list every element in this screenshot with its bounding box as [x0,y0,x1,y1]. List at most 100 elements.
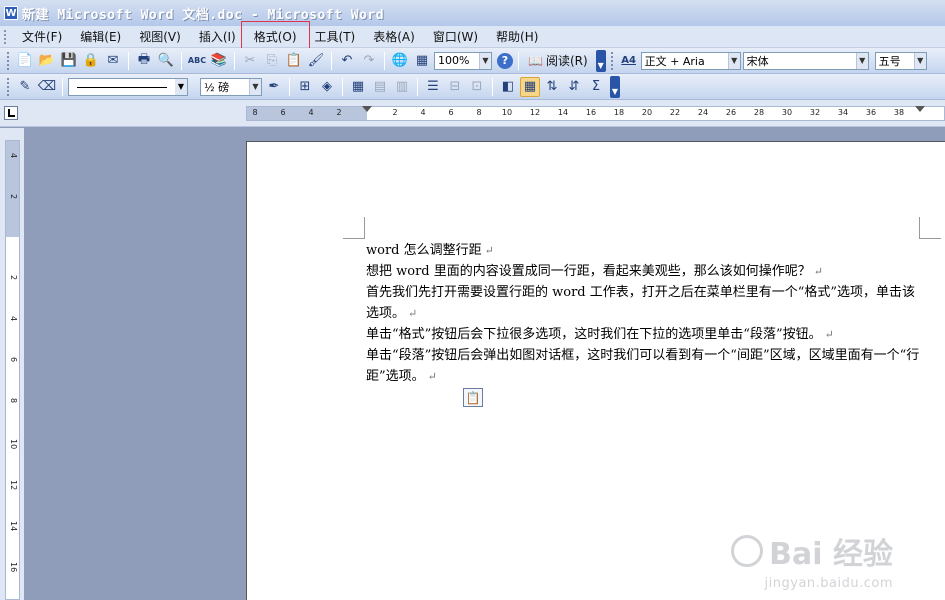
autoformat-icon[interactable]: ◧ [498,77,518,97]
vertical-ruler[interactable]: 4 2 2 4 6 8 10 12 14 16 [5,140,20,600]
chevron-down-icon[interactable]: ▼ [175,78,187,95]
tab-selector[interactable] [4,106,18,120]
zoom-combo[interactable]: 100% ▼ [434,51,492,70]
right-indent-marker[interactable] [915,106,925,112]
separator [128,51,129,70]
border-color-icon[interactable]: ✒ [264,77,284,97]
read-button[interactable]: 📖 阅读(R) [524,51,592,71]
paragraph-mark: ↵ [813,265,823,278]
research-icon[interactable]: 📚 [209,51,229,71]
chevron-down-icon[interactable]: ▼ [727,52,740,69]
open-icon[interactable]: 📂 [37,51,57,71]
styles-icon[interactable]: A4 [619,51,639,71]
toolbar-grip[interactable] [7,77,10,96]
menu-window[interactable]: 窗口(W) [425,26,486,47]
chevron-down-icon[interactable]: ▼ [249,78,261,95]
help-icon[interactable]: ? [497,52,513,69]
new-icon[interactable]: 📄 [15,51,35,71]
chevron-down-icon[interactable]: ▼ [855,52,868,69]
zoom-value: 100% [438,54,470,67]
crop-mark [919,217,941,239]
eraser-icon[interactable]: ⌫ [37,77,57,97]
sort-ascending-icon[interactable]: ⇅ [542,77,562,97]
ruler-margin [247,107,367,120]
toolbar-grip[interactable] [7,51,10,70]
draw-table-icon[interactable]: ✎ [15,77,35,97]
save-icon[interactable]: 💾 [59,51,79,71]
chevron-down-icon[interactable]: ▼ [479,52,491,69]
distribute-columns-icon[interactable]: ⊡ [467,77,487,97]
menu-help[interactable]: 帮助(H) [488,26,546,47]
spelling-icon[interactable]: ABC [187,51,207,71]
horizontal-ruler[interactable]: 8 6 4 2 2 4 6 8 10 12 14 16 18 20 22 24 26 28 30 32 34 36 38 [246,106,945,121]
insert-table-icon[interactable]: ▦ [348,77,368,97]
line-style-combo[interactable]: ▼ [68,77,188,96]
ruler-tick-label: 2 [336,108,342,117]
window-title: 新建 Microsoft Word 文档.doc - Microsoft Wor… [22,7,385,23]
separator [492,77,493,96]
menu-file[interactable]: 文件(F) [14,26,70,47]
style-combo[interactable]: 正文 + Aria ▼ [640,51,741,70]
paste-icon[interactable]: 📋 [284,51,304,71]
separator [384,51,385,70]
paragraph[interactable]: word 怎么调整行距 ↵ [366,240,924,261]
print-icon[interactable]: 🖶 [134,51,154,71]
menu-view[interactable]: 视图(V) [131,26,189,47]
separator [331,51,332,70]
toolbar-grip[interactable] [610,51,614,70]
word-app-icon[interactable]: W [4,6,18,20]
print-preview-icon[interactable]: 🔍 [156,51,176,71]
shading-color-icon[interactable]: ◈ [317,77,337,97]
menu-table[interactable]: 表格(A) [365,26,423,47]
ruler-tick-label: 10 [9,439,18,450]
document-body[interactable]: word 怎么调整行距 ↵ 想把 word 里面的内容设置成同一行距，看起来美观些… [366,240,924,387]
paste-options-icon[interactable]: 📋 [463,388,483,407]
sort-descending-icon[interactable]: ⇵ [564,77,584,97]
paragraph-mark: ↵ [408,307,418,320]
redo-icon[interactable]: ↷ [359,51,379,71]
hyperlink-icon[interactable]: 🌐 [390,51,410,71]
line-weight-combo[interactable]: ½ 磅 ▼ [200,77,262,96]
merge-cells-icon[interactable]: ▤ [370,77,390,97]
permission-icon[interactable]: 🔒 [81,51,101,71]
outside-border-icon[interactable]: ⊞ [295,77,315,97]
menu-tools[interactable]: 工具(T) [307,26,364,47]
ruler-tick-label: 12 [9,480,18,491]
paragraph-mark: ↵ [484,244,494,257]
ruler-tick-label: 16 [9,562,18,573]
show-gridlines-icon[interactable]: ▦ [520,76,540,97]
paragraph[interactable]: 首先我们先打开需要设置行距的 word 工作表，打开之后在菜单栏里有一个“格式”… [366,282,924,324]
distribute-rows-icon[interactable]: ⊟ [445,77,465,97]
font-value: 宋体 [746,54,769,68]
format-painter-icon[interactable]: 🖌 [306,51,326,71]
copy-icon[interactable]: ⎘ [262,51,282,71]
paragraph[interactable]: 单击“格式”按钮后会下拉很多选项，这时我们在下拉的选项里单击“段落”按钮。 ↵ [366,324,924,345]
align-icon[interactable]: ☰ [423,77,443,97]
split-cells-icon[interactable]: ▥ [392,77,412,97]
autosum-icon[interactable]: Σ [586,77,606,97]
paragraph[interactable]: 单击“段落”按钮后会弹出如图对话框，这时我们可以看到有一个“间距”区域，区域里面… [366,345,924,387]
paragraph[interactable]: 想把 word 里面的内容设置成同一行距，看起来美观些，那么该如何操作呢？ ↵ [366,261,924,282]
menu-edit[interactable]: 编辑(E) [72,26,129,47]
ruler-tick-label: 8 [252,108,258,117]
paragraph-mark: ↵ [427,370,437,383]
toolbar-options-icon[interactable]: ▼ [610,75,620,98]
ruler-tick-label: 2 [392,108,398,117]
tables-borders-icon[interactable]: ▦ [412,51,432,71]
menu-insert[interactable]: 插入(I) [191,26,244,47]
book-icon: 📖 [528,53,543,68]
ruler-tick-label: 36 [865,108,877,117]
undo-icon[interactable]: ↶ [337,51,357,71]
cut-icon[interactable]: ✂ [240,51,260,71]
font-size-combo[interactable]: 五号 ▼ [874,51,927,70]
menu-format[interactable]: 格式(O) [240,21,310,52]
separator [518,51,519,70]
toolbar-options-icon[interactable]: ▼ [595,49,606,72]
paw-icon [731,535,764,567]
font-combo[interactable]: 宋体 ▼ [742,51,869,70]
ruler-tick-label: 8 [9,398,18,404]
first-line-indent-marker[interactable] [362,106,372,112]
mail-icon[interactable]: ✉ [103,51,123,71]
chevron-down-icon[interactable]: ▼ [913,52,926,69]
menu-grip[interactable] [4,29,8,44]
